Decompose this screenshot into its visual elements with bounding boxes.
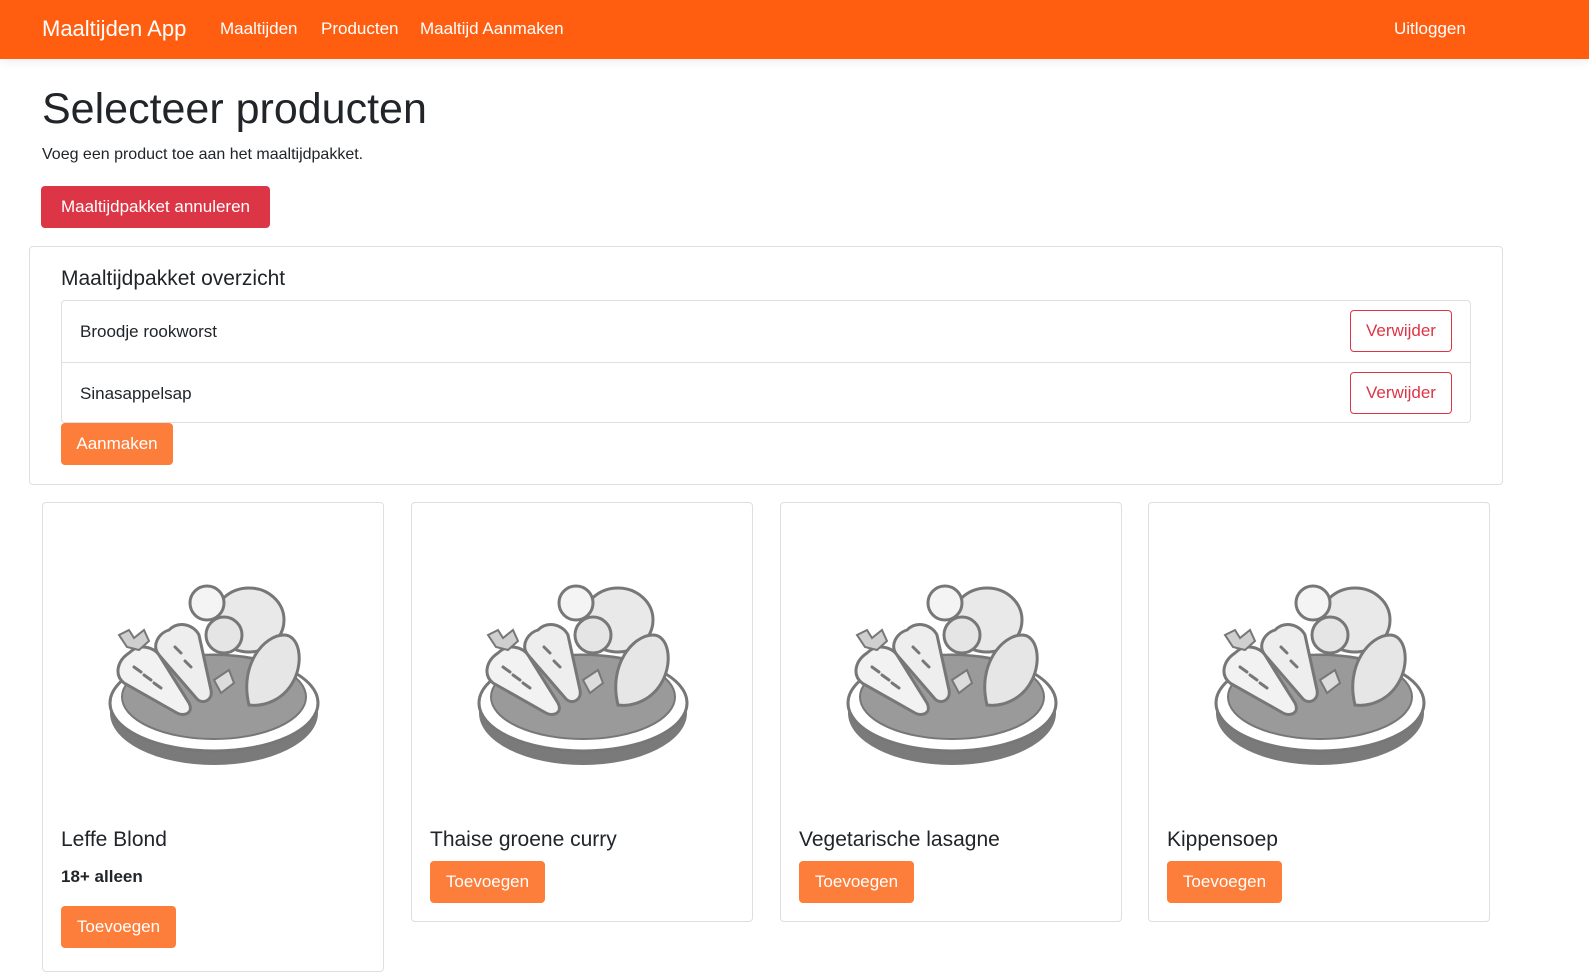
product-name: Thaise groene curry: [430, 828, 617, 851]
logout-link[interactable]: Uitloggen: [1394, 19, 1466, 39]
nav-link-maaltijden[interactable]: Maaltijden: [220, 19, 298, 39]
add-product-button[interactable]: Toevoegen: [430, 861, 545, 903]
food-bowl-icon: [846, 584, 1058, 767]
summary-list: Broodje rookworst Verwijder Sinasappelsa…: [61, 300, 1471, 423]
add-product-button[interactable]: Toevoegen: [799, 861, 914, 903]
product-card: Vegetarische lasagne Toevoegen: [780, 502, 1122, 922]
add-product-button[interactable]: Toevoegen: [1167, 861, 1282, 903]
page-title: Selecteer producten: [42, 85, 427, 133]
list-item-name: Broodje rookworst: [80, 322, 218, 341]
navbar: Maaltijden App Maaltijden Producten Maal…: [0, 0, 1589, 59]
summary-title: Maaltijdpakket overzicht: [61, 267, 286, 290]
nav-link-maaltijd-aanmaken[interactable]: Maaltijd Aanmaken: [420, 19, 564, 39]
add-product-button[interactable]: Toevoegen: [61, 906, 176, 948]
remove-item-button[interactable]: Verwijder: [1350, 310, 1452, 352]
product-card: Thaise groene curry Toevoegen: [411, 502, 753, 922]
page-subtitle: Voeg een product toe aan het maaltijdpak…: [42, 146, 364, 163]
age-restriction-note: 18+ alleen: [61, 867, 143, 886]
nav-link-producten[interactable]: Producten: [321, 19, 399, 39]
create-package-button[interactable]: Aanmaken: [61, 423, 173, 465]
food-bowl-icon: [477, 584, 689, 767]
product-name: Kippensoep: [1167, 828, 1278, 851]
brand-link[interactable]: Maaltijden App: [42, 16, 186, 42]
food-bowl-icon: [1214, 584, 1426, 767]
list-item: Broodje rookworst Verwijder: [62, 301, 1470, 362]
list-item: Sinasappelsap Verwijder: [62, 362, 1470, 423]
food-bowl-icon: [108, 584, 320, 767]
cancel-package-button[interactable]: Maaltijdpakket annuleren: [41, 186, 270, 228]
product-card: Leffe Blond 18+ alleen Toevoegen: [42, 502, 384, 972]
product-name: Leffe Blond: [61, 828, 167, 851]
product-card: Kippensoep Toevoegen: [1148, 502, 1490, 922]
remove-item-button[interactable]: Verwijder: [1350, 372, 1452, 414]
product-name: Vegetarische lasagne: [799, 828, 1000, 851]
list-item-name: Sinasappelsap: [80, 384, 192, 403]
